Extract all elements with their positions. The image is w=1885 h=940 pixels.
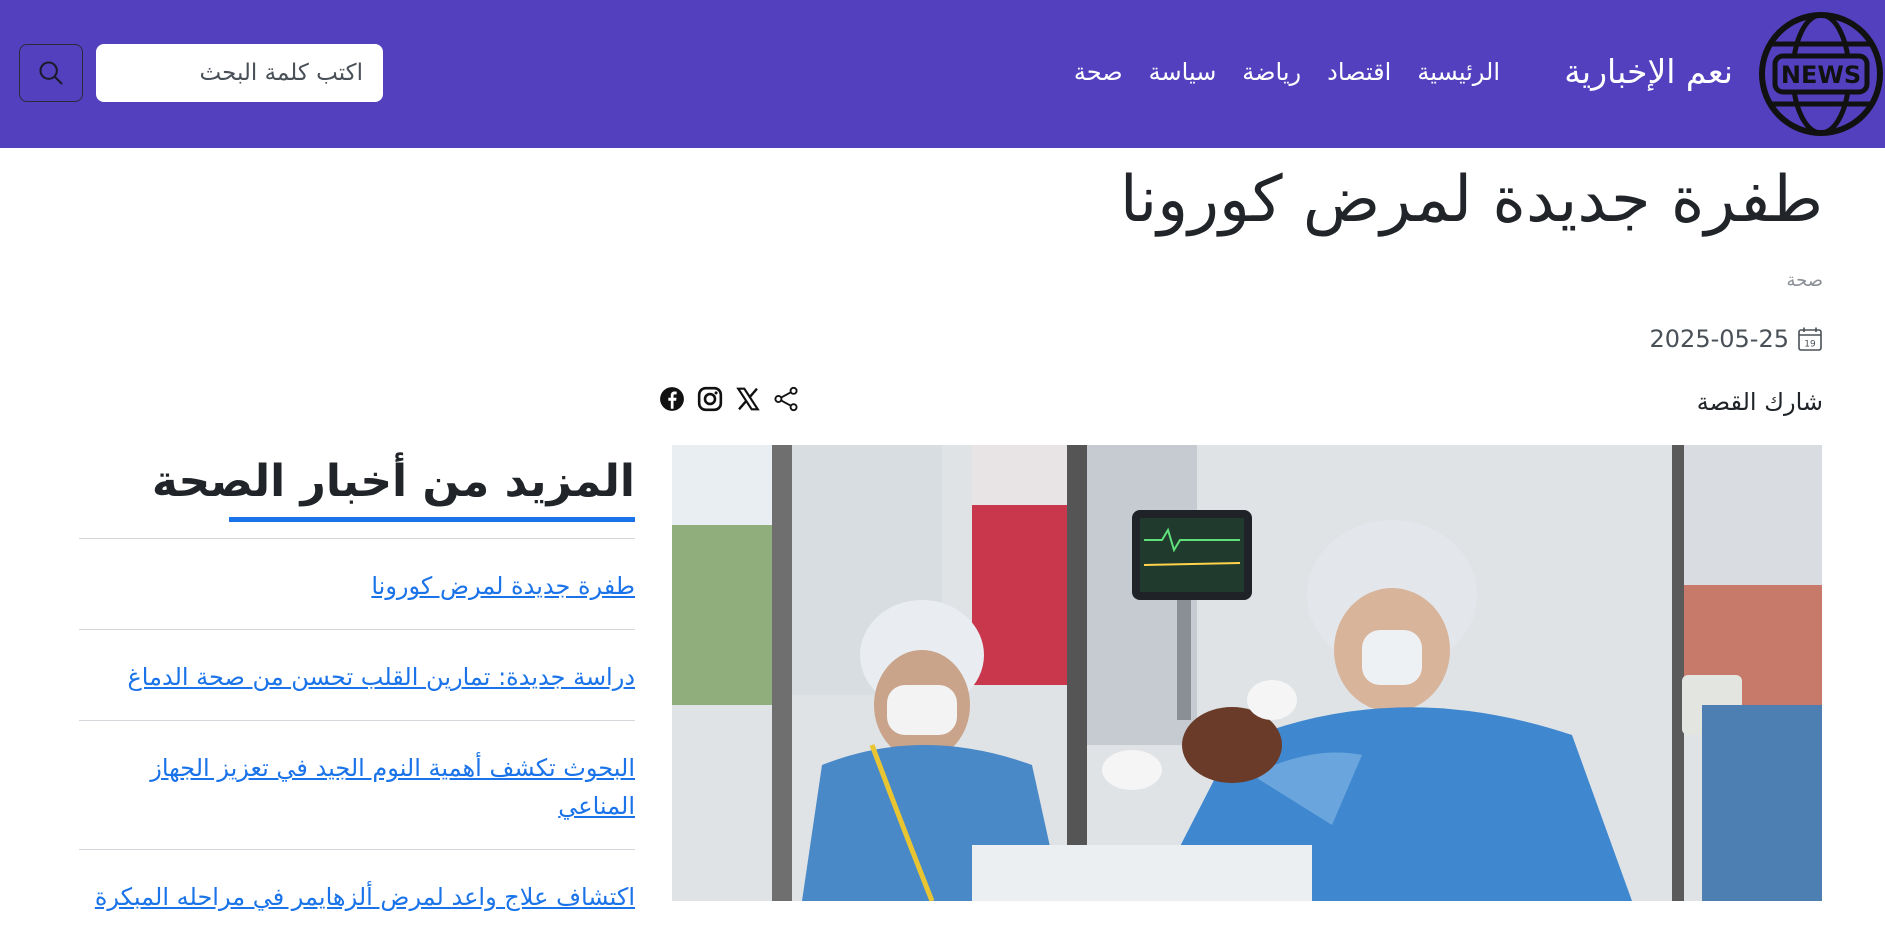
article-photo-medical-staff (672, 445, 1822, 901)
brand-name[interactable]: نعم الإخبارية (1564, 48, 1733, 96)
news-globe-logo-icon[interactable]: NEWS (1757, 10, 1885, 138)
article-title: طفرة جديدة لمرض كورونا (1119, 163, 1823, 237)
sidebar-heading: المزيد من أخبار الصحة (151, 456, 635, 507)
related-news-list: طفرة جديدة لمرض كورونا دراسة جديدة: تمار… (79, 538, 635, 940)
nav-item-economy[interactable]: اقتصاد (1327, 52, 1391, 92)
article-date: 2025-05-25 (1649, 325, 1789, 353)
x-icon[interactable] (734, 385, 762, 413)
main-nav: الرئيسية اقتصاد رياضة سياسة صحة (1074, 52, 1500, 92)
list-item: البحوث تكشف أهمية النوم الجيد في تعزيز ا… (79, 720, 635, 849)
related-news-link[interactable]: البحوث تكشف أهمية النوم الجيد في تعزيز ا… (79, 749, 635, 825)
sidebar-heading-underline (229, 517, 635, 522)
list-item: دراسة جديدة: تمارين القلب تحسن من صحة ال… (79, 629, 635, 720)
calendar-icon: 19 (1798, 327, 1822, 351)
related-news-link[interactable]: طفرة جديدة لمرض كورونا (79, 567, 635, 605)
share-icon[interactable] (772, 385, 800, 413)
share-label: شارك القصة (1696, 388, 1823, 416)
search-input[interactable] (96, 44, 383, 102)
related-news-link[interactable]: دراسة جديدة: تمارين القلب تحسن من صحة ال… (79, 658, 635, 696)
nav-item-politics[interactable]: سياسة (1149, 52, 1217, 92)
nav-item-sports[interactable]: رياضة (1242, 52, 1301, 92)
nav-item-home[interactable]: الرئيسية (1417, 52, 1500, 92)
search-button[interactable] (19, 44, 83, 102)
list-item: اكتشاف علاج واعد لمرض ألزهايمر في مراحله… (79, 849, 635, 940)
search-icon (39, 61, 63, 85)
calendar-day: 19 (1804, 340, 1816, 350)
list-item: طفرة جديدة لمرض كورونا (79, 538, 635, 629)
article-category[interactable]: صحة (1786, 268, 1823, 294)
top-navbar: NEWS نعم الإخبارية الرئيسية اقتصاد رياضة… (0, 0, 1885, 148)
nav-item-health[interactable]: صحة (1074, 52, 1123, 92)
facebook-icon[interactable] (658, 385, 686, 413)
logo-text: NEWS (1781, 61, 1861, 89)
instagram-icon[interactable] (696, 385, 724, 413)
social-share-icons (658, 385, 800, 413)
article-date-row: 19 2025-05-25 (1650, 322, 1823, 356)
related-news-link[interactable]: اكتشاف علاج واعد لمرض ألزهايمر في مراحله… (79, 878, 635, 916)
